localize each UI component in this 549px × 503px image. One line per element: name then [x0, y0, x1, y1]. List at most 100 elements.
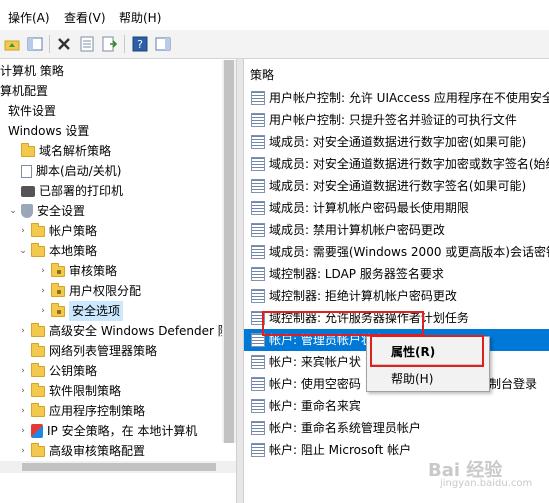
- policy-label: 域控制器: 拒绝计算机帐户密码更改: [269, 289, 457, 303]
- tree-item[interactable]: ⌄ 安全设置: [8, 201, 85, 221]
- chevron-down-icon[interactable]: ⌄: [18, 241, 28, 261]
- tree-item[interactable]: 网络列表管理器策略: [18, 341, 157, 361]
- policy-row[interactable]: 帐户: 重命名来宾: [244, 395, 549, 417]
- tree-item[interactable]: › 软件限制策略: [18, 381, 121, 401]
- chevron-right-icon[interactable]: ›: [18, 381, 28, 401]
- properties-icon[interactable]: [78, 35, 96, 53]
- tree-item[interactable]: 软件设置: [8, 101, 56, 121]
- chevron-right-icon[interactable]: ›: [18, 441, 28, 461]
- policy-row[interactable]: 用户帐户控制: 允许 UIAccess 应用程序在不使用安全: [244, 87, 549, 109]
- column-header-policy[interactable]: 策略: [250, 66, 274, 83]
- policy-row[interactable]: 域控制器: LDAP 服务器签名要求: [244, 263, 549, 285]
- policy-icon: [251, 113, 265, 127]
- chevron-right-icon[interactable]: ›: [18, 321, 28, 341]
- tree-item[interactable]: › 公钥策略: [18, 361, 97, 381]
- folder-icon: [31, 382, 45, 397]
- folder-icon: [31, 362, 45, 377]
- chevron-right-icon[interactable]: ›: [38, 261, 48, 281]
- tree-item-label: 软件设置: [8, 104, 57, 118]
- policy-row[interactable]: 域控制器: 拒绝计算机帐户密码更改: [244, 285, 549, 307]
- up-folder-icon[interactable]: [3, 35, 21, 53]
- policy-label: 用户帐户控制: 只提升签名并验证的可执行文件: [269, 113, 517, 127]
- context-menu: 属性(R) 帮助(H): [366, 336, 490, 392]
- tree-item[interactable]: 已部署的打印机: [8, 181, 123, 201]
- tree-item[interactable]: › 审核策略: [38, 261, 117, 281]
- policy-icon: [251, 311, 265, 325]
- menu-help[interactable]: 帮助(H): [119, 9, 161, 26]
- policy-row[interactable]: 域成员: 对安全通道数据进行数字签名(如果可能): [244, 175, 549, 197]
- help-icon[interactable]: ?: [131, 35, 149, 53]
- policy-label: 域成员: 禁用计算机帐户密码更改: [269, 223, 445, 237]
- tree-item[interactable]: 脚本(启动/关机): [8, 161, 121, 181]
- context-menu-properties[interactable]: 属性(R): [391, 343, 435, 360]
- policy-row[interactable]: 域成员: 计算机帐户密码最长使用期限: [244, 197, 549, 219]
- chevron-right-icon[interactable]: ›: [38, 301, 48, 321]
- tree-item[interactable]: › 高级审核策略配置: [18, 441, 145, 461]
- tree-vertical-scrollbar[interactable]: [222, 60, 236, 443]
- policy-icon: [251, 157, 265, 171]
- tree-item[interactable]: › 安全选项: [38, 301, 124, 321]
- tree-item-label: 高级安全 Windows Defender 防: [49, 324, 230, 338]
- chevron-down-icon[interactable]: ⌄: [8, 201, 18, 221]
- export-list-icon[interactable]: [101, 35, 119, 53]
- policy-row[interactable]: 帐户: 重命名系统管理员帐户: [244, 417, 549, 439]
- folder-icon: [51, 262, 65, 277]
- chevron-right-icon[interactable]: ›: [18, 221, 28, 241]
- tree-item-label: 公钥策略: [49, 364, 98, 378]
- hscrollbar-thumb[interactable]: [22, 463, 216, 471]
- tree-item-label: 计算机 策略: [0, 64, 64, 78]
- tree-item[interactable]: 计算机 策略: [0, 61, 64, 81]
- chevron-right-icon[interactable]: ›: [38, 281, 48, 301]
- scrollbar-thumb[interactable]: [224, 60, 234, 443]
- policy-row[interactable]: 域成员: 需要强(Windows 2000 或更高版本)会话密钥: [244, 241, 549, 263]
- policy-label: 帐户: 来宾帐户状: [269, 355, 361, 369]
- folder-icon: [21, 142, 35, 157]
- tree-item-label: 帐户策略: [49, 224, 98, 238]
- tree-item[interactable]: › 用户权限分配: [38, 281, 141, 301]
- show-hide-tree-icon[interactable]: [26, 35, 44, 53]
- tree-item[interactable]: 域名解析策略: [8, 141, 111, 161]
- tree-item[interactable]: › 帐户策略: [18, 221, 97, 241]
- policy-icon: [251, 333, 265, 347]
- tree-item-label: 应用程序控制策略: [49, 404, 146, 418]
- policy-row[interactable]: 域成员: 禁用计算机帐户密码更改: [244, 219, 549, 241]
- policy-icon: [251, 443, 265, 457]
- tree-item[interactable]: › 应用程序控制策略: [18, 401, 145, 421]
- tree-item[interactable]: ⌄ 本地策略: [18, 241, 97, 261]
- delete-icon[interactable]: [55, 35, 73, 53]
- policy-row[interactable]: 域成员: 对安全通道数据进行数字加密(如果可能): [244, 131, 549, 153]
- chevron-right-icon[interactable]: ›: [18, 361, 28, 381]
- policy-row[interactable]: 域控制器: 允许服务器操作者计划任务: [244, 307, 549, 329]
- chevron-right-icon[interactable]: ›: [18, 401, 28, 421]
- script-icon: [21, 164, 32, 178]
- policy-label: 域成员: 对安全通道数据进行数字加密或数字签名(始终: [269, 157, 549, 171]
- tree-pane: 计算机 策略算机配置软件设置 Windows 设置 域名解析策略脚本(启动/关机) 已…: [0, 59, 236, 503]
- ip-security-icon: [31, 424, 43, 438]
- context-menu-help[interactable]: 帮助(H): [391, 370, 433, 387]
- folder-icon: [31, 222, 45, 237]
- tree-item-label: 本地策略: [49, 244, 98, 258]
- tree-horizontal-scrollbar[interactable]: [0, 461, 236, 473]
- tree-item-label: 脚本(启动/关机): [36, 164, 122, 178]
- policy-label: 域成员: 对安全通道数据进行数字加密(如果可能): [269, 135, 527, 149]
- chevron-right-icon[interactable]: ›: [18, 421, 28, 441]
- policy-label: 域控制器: LDAP 服务器签名要求: [269, 267, 444, 281]
- policy-row[interactable]: 帐户: 阻止 Microsoft 帐户: [244, 439, 549, 461]
- tree-item[interactable]: › 高级安全 Windows Defender 防: [18, 321, 230, 341]
- menu-view[interactable]: 查看(V): [64, 9, 106, 26]
- policy-row[interactable]: 域成员: 对安全通道数据进行数字加密或数字签名(始终: [244, 153, 549, 175]
- menu-bar: 操作(A) 查看(V) 帮助(H): [0, 0, 549, 30]
- shield-icon: [21, 204, 33, 218]
- policy-icon: [251, 223, 265, 237]
- menu-action[interactable]: 操作(A): [8, 9, 50, 26]
- toolbar: ?: [0, 30, 549, 59]
- tree-item[interactable]: › IP 安全策略，在 本地计算机: [18, 421, 197, 441]
- pane-divider[interactable]: [236, 59, 244, 503]
- policy-icon: [251, 245, 265, 259]
- show-action-pane-icon[interactable]: [154, 35, 172, 53]
- policy-row[interactable]: 用户帐户控制: 只提升签名并验证的可执行文件: [244, 109, 549, 131]
- watermark-url: jingyan.baidu.com: [440, 478, 533, 489]
- policy-label: 帐户: 重命名系统管理员帐户: [269, 421, 421, 435]
- tree-item[interactable]: 算机配置: [0, 81, 48, 101]
- tree-item[interactable]: Windows 设置: [8, 121, 89, 141]
